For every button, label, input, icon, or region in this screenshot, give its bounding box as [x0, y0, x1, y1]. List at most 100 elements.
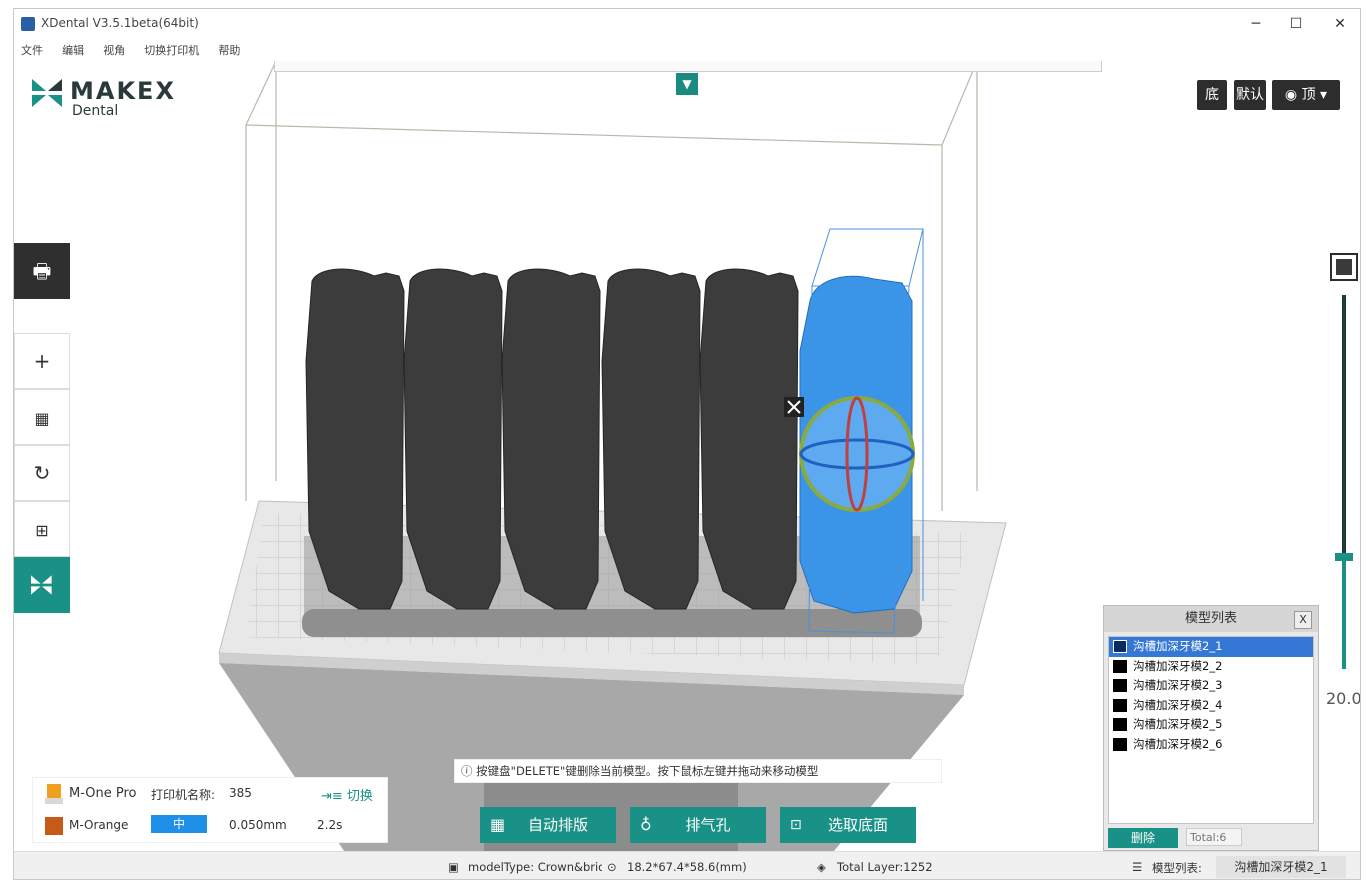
rotate-button[interactable]: ↻ — [14, 445, 70, 501]
hint-bar: ⓘ 按键盘"DELETE"键删除当前模型。按下鼠标左键并拖动来移动模型 — [454, 759, 942, 783]
list-item[interactable]: 沟槽加深牙模2_2 — [1109, 657, 1313, 677]
layout-icon: ▦ — [34, 409, 50, 428]
view-top-dropdown[interactable]: ◉ 顶 ▾ — [1272, 80, 1340, 110]
rotate-icon: ↻ — [33, 461, 51, 485]
printer-name-value: 385 — [229, 786, 252, 800]
move-handle-icon[interactable] — [784, 397, 804, 417]
list-item[interactable]: 沟槽加深牙模2_5 — [1109, 715, 1313, 735]
view-bottom-button[interactable]: 底 — [1197, 80, 1227, 110]
vent-hole-button[interactable]: ♁ 排气孔 — [630, 807, 766, 843]
printer-model-icon — [45, 784, 63, 804]
slider-thumb[interactable] — [1335, 553, 1353, 561]
maximize-button[interactable]: ☐ — [1276, 13, 1316, 35]
total-count: Total:6 — [1186, 828, 1242, 846]
model-dimensions: 18.2*67.4*58.6(mm) — [627, 860, 747, 874]
save-icon: ▣ — [448, 860, 459, 874]
list-icon: ☰ — [1132, 860, 1143, 874]
eye-icon: ◉ — [1284, 87, 1302, 103]
auto-layout-button[interactable]: ▦ 自动排版 — [480, 807, 616, 843]
list-item-label: 沟槽加深牙模2_3 — [1133, 678, 1223, 692]
layer-slider[interactable] — [1330, 253, 1360, 713]
minimize-button[interactable]: ─ — [1236, 13, 1276, 35]
slider-track-upper — [1342, 295, 1346, 553]
slider-track-lower — [1342, 561, 1346, 669]
switch-icon: ⇥≡ — [321, 789, 347, 804]
switch-label: 切换 — [346, 789, 373, 804]
info-icon: ⓘ — [461, 764, 477, 778]
list-item[interactable]: 沟槽加深牙模2_1 — [1109, 637, 1313, 657]
rotate-gizmo[interactable] — [799, 396, 915, 512]
window-title: XDental V3.5.1beta(64bit) — [41, 16, 199, 30]
select-bottom-button[interactable]: ⊡ 选取底面 — [780, 807, 916, 843]
layout-button[interactable]: ▦ — [14, 389, 70, 445]
switch-printer-button[interactable]: ⇥≡ 切换 — [321, 785, 373, 804]
list-item-label: 沟槽加深牙模2_1 — [1133, 639, 1223, 653]
printer-name-label: 打印机名称: — [151, 788, 216, 802]
resin-swatch — [45, 817, 63, 835]
printer-name: M-One Pro — [69, 786, 137, 801]
slider-top-cap[interactable] — [1330, 253, 1358, 281]
color-swatch — [1113, 640, 1127, 653]
chevron-down-icon[interactable]: ▼ — [676, 73, 698, 95]
printer-info-card: M-One Pro 打印机名称: 385 ⇥≡ 切换 M-Orange 中 0.… — [32, 777, 388, 843]
caret-down-icon: ▾ — [1315, 87, 1328, 103]
model-list-label: 模型列表: — [1152, 861, 1202, 875]
color-swatch — [1113, 698, 1127, 712]
layer-thickness: 0.050mm — [229, 818, 287, 832]
plus-icon: + — [33, 349, 51, 373]
menu-file[interactable]: 文件 — [21, 41, 43, 61]
title-bar: XDental V3.5.1beta(64bit) ─ ☐ ✕ — [14, 9, 1360, 39]
color-swatch — [1113, 659, 1127, 673]
list-item-label: 沟槽加深牙模2_6 — [1133, 736, 1223, 751]
model-list-title: 模型列表 — [1104, 606, 1318, 632]
printer-icon[interactable]: 🖶 — [14, 243, 70, 299]
status-bar: ▣ modelType: Crown&bridge ⊙ 18.2*67.4*58… — [14, 851, 1360, 879]
hint-text: 按键盘"DELETE"键删除当前模型。按下鼠标左键并拖动来移动模型 — [476, 764, 819, 778]
resin-name: M-Orange — [69, 818, 129, 832]
view-top-label: 顶 — [1301, 87, 1316, 103]
makex-tool-button[interactable] — [14, 557, 70, 613]
menu-bar: 文件 编辑 视角 切换打印机 帮助 — [14, 39, 1360, 62]
makex-icon — [31, 575, 52, 595]
color-swatch — [1113, 718, 1127, 731]
color-swatch — [1113, 737, 1127, 751]
auto-layout-label: 自动排版 — [527, 816, 588, 834]
logo-sub: Dental — [72, 103, 119, 119]
list-item[interactable]: 沟槽加深牙模2_4 — [1109, 696, 1313, 716]
model-type: modelType: Crown&bridge — [468, 860, 602, 874]
list-item-label: 沟槽加深牙模2_5 — [1133, 717, 1223, 731]
color-swatch — [1113, 679, 1127, 692]
total-layer: Total Layer:1252 — [837, 860, 933, 874]
delete-button[interactable]: 删除 — [1108, 828, 1178, 848]
view-default-button[interactable]: 默认 — [1234, 80, 1266, 110]
vent-label: 排气孔 — [685, 816, 731, 834]
current-model-select[interactable]: 沟槽加深牙模2_1 — [1216, 856, 1346, 878]
model-list-panel: 模型列表 X 沟槽加深牙模2_1 沟槽加深牙模2_2 沟槽加深牙模2_3 沟槽加… — [1103, 605, 1319, 851]
exposure-time: 2.2s — [317, 818, 343, 832]
list-item-label: 沟槽加深牙模2_2 — [1133, 658, 1223, 673]
menu-help[interactable]: 帮助 — [218, 41, 240, 61]
app-window: XDental V3.5.1beta(64bit) ─ ☐ ✕ 文件 编辑 视角… — [13, 8, 1361, 880]
list-item[interactable]: 沟槽加深牙模2_3 — [1109, 676, 1313, 696]
select-bottom-label: 选取底面 — [827, 816, 888, 834]
dimension-icon: ⊙ — [607, 860, 617, 874]
menu-edit[interactable]: 编辑 — [62, 41, 84, 61]
3d-viewport[interactable]: ▼ MAKEX Dental 底 默认 ◉ 顶 ▾ 🖶 + ▦ ↻ ⊞ 20.0… — [14, 61, 1361, 851]
quality-badge[interactable]: 中 — [151, 815, 207, 833]
list-item-label: 沟槽加深牙模2_4 — [1133, 697, 1223, 712]
list-item[interactable]: 沟槽加深牙模2_6 — [1109, 735, 1313, 755]
layers-icon: ◈ — [817, 860, 826, 874]
logo-brand: MAKEX — [70, 77, 176, 105]
app-icon — [21, 17, 35, 31]
model-list: 沟槽加深牙模2_1 沟槽加深牙模2_2 沟槽加深牙模2_3 沟槽加深牙模2_4 … — [1108, 636, 1314, 824]
close-button[interactable]: ✕ — [1320, 13, 1360, 35]
slider-value: 20.0 — [1326, 689, 1361, 708]
top-panel-edge — [274, 61, 1102, 72]
model-list-close-button[interactable]: X — [1294, 611, 1312, 629]
menu-switch-printer[interactable]: 切换打印机 — [144, 41, 199, 61]
support-icon: ⊞ — [35, 521, 49, 540]
add-model-button[interactable]: + — [14, 333, 70, 389]
menu-view[interactable]: 视角 — [103, 41, 125, 61]
makex-logo-mark — [32, 79, 62, 107]
support-button[interactable]: ⊞ — [14, 501, 70, 557]
